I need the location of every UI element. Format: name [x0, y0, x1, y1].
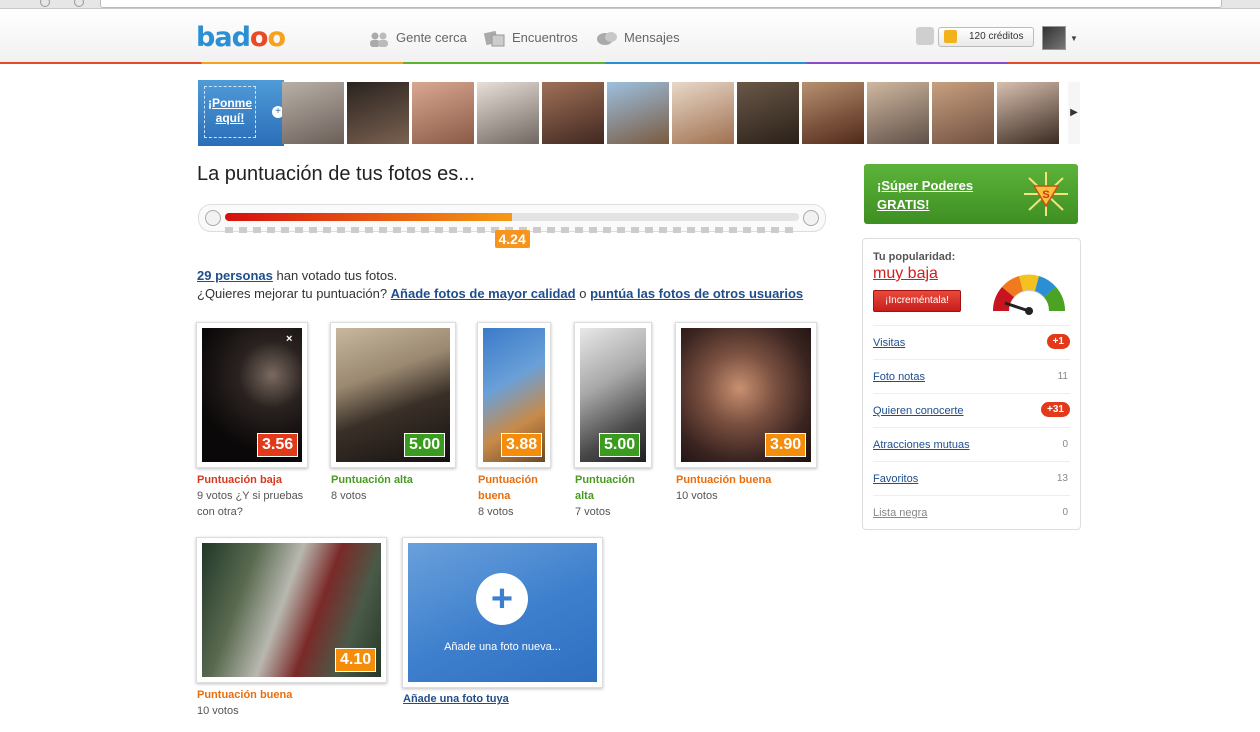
add-better-photos-link[interactable]: Añade fotos de mayor calidad [391, 286, 576, 301]
nav-mensajes[interactable]: Mensajes [596, 30, 680, 47]
photo-rating-label: Puntuación buena [478, 474, 538, 502]
photo-card[interactable]: 3.90 [675, 322, 817, 468]
photo-card[interactable]: 3.88 [477, 322, 551, 468]
photo-votes: 8 votos [478, 506, 514, 518]
people-thumb[interactable] [542, 82, 604, 144]
photo-votes: 8 votos [331, 490, 367, 502]
score-meter [198, 204, 826, 233]
coins-icon [944, 30, 957, 43]
sad-face-icon [205, 210, 221, 226]
photo-score-badge: 3.56 [257, 433, 299, 457]
nav-gente-cerca[interactable]: Gente cerca [368, 30, 467, 47]
photo-rating-label: Puntuación baja [197, 474, 282, 486]
stat-atracciones-mutuas: Atracciones mutuas 0 [873, 427, 1070, 462]
people-thumb[interactable] [672, 82, 734, 144]
plus-icon: + [476, 573, 528, 625]
stat-foto-notas: Foto notas 11 [873, 359, 1070, 394]
photo-rating-label: Puntuación buena [676, 474, 772, 486]
photo-card[interactable]: × 3.56 [196, 322, 308, 468]
stat-badge: +1 [1046, 334, 1070, 349]
photo-card[interactable]: 5.00 [574, 322, 652, 468]
stat-count: 0 [1062, 507, 1068, 518]
people-thumb[interactable] [867, 82, 929, 144]
votes-summary: 29 personas han votado tus fotos. ¿Quier… [197, 268, 804, 301]
color-stripe [0, 62, 1260, 64]
photo-votes: 10 votos [197, 705, 239, 717]
people-icon [370, 32, 388, 47]
people-thumb[interactable] [477, 82, 539, 144]
photo-score-badge: 3.90 [765, 433, 807, 457]
stat-count: 0 [1062, 439, 1068, 450]
browser-address-bar[interactable] [100, 0, 1222, 8]
photo-votes: 7 votos [575, 506, 611, 518]
stat-count: 11 [1057, 371, 1068, 382]
photo-score-badge: 4.10 [335, 648, 377, 672]
messages-icon [597, 31, 617, 45]
people-thumb[interactable] [607, 82, 669, 144]
svg-text:S: S [1042, 189, 1049, 201]
score-bar [225, 213, 799, 221]
browser-reload-icon[interactable] [74, 0, 84, 7]
rate-others-link[interactable]: puntúa las fotos de otros usuarios [590, 286, 803, 301]
add-photo-tile[interactable]: + Añade una foto nueva... [402, 537, 603, 688]
score-bar-fill [225, 213, 512, 221]
add-photo-link[interactable]: Añade una foto tuya [403, 693, 509, 705]
people-thumb[interactable] [347, 82, 409, 144]
popularity-value[interactable]: muy baja [873, 265, 938, 283]
chevron-right-icon[interactable]: ▶ [1068, 82, 1080, 144]
browser-toolbar [0, 0, 1260, 9]
photo-score-badge: 3.88 [501, 433, 543, 457]
credits-button[interactable]: 120 créditos [938, 27, 1034, 47]
people-thumb[interactable] [932, 82, 994, 144]
photo-card[interactable]: 5.00 [330, 322, 456, 468]
superhero-badge-icon: S [1024, 172, 1068, 216]
photo-score-badge: 5.00 [599, 433, 641, 457]
chevron-down-icon[interactable]: ▼ [1070, 34, 1078, 43]
people-thumb[interactable] [802, 82, 864, 144]
stat-visitas: Visitas +1 [873, 325, 1070, 360]
page-title: La puntuación de tus fotos es... [197, 163, 475, 185]
user-avatar[interactable] [1042, 26, 1066, 50]
ponme-aqui-button[interactable]: ¡Ponme aquí! + [198, 80, 284, 146]
stat-quieren-conocerte: Quieren conocerte +31 [873, 393, 1070, 428]
stat-badge: +31 [1041, 402, 1070, 417]
popularity-gauge-icon [992, 274, 1066, 315]
browser-back-icon[interactable] [40, 0, 50, 7]
stat-favoritos: Favoritos 13 [873, 461, 1070, 496]
popularity-panel: Tu popularidad: muy baja ¡Increméntala! … [862, 238, 1081, 530]
people-thumb[interactable] [737, 82, 799, 144]
nav-encuentros[interactable]: Encuentros [484, 30, 578, 47]
super-powers-banner[interactable]: ¡Súper Poderes GRATIS! S [864, 164, 1078, 224]
gift-icon[interactable] [916, 27, 934, 45]
photo-card[interactable]: 4.10 [196, 537, 387, 683]
happy-face-icon [803, 210, 819, 226]
score-value-badge: 4.24 [494, 230, 530, 248]
photo-votes: 9 votos ¿Y si pruebas con otra? [197, 490, 304, 518]
increase-popularity-button[interactable]: ¡Increméntala! [873, 290, 961, 312]
people-strip: ¡Ponme aquí! + [198, 80, 1078, 146]
badoo-logo[interactable]: badoo [196, 22, 286, 53]
photo-votes: 10 votos [676, 490, 718, 502]
people-thumb[interactable] [282, 82, 344, 144]
encounters-icon [484, 30, 505, 47]
photo-rating-label: Puntuación buena [197, 689, 293, 701]
voters-link[interactable]: 29 personas [197, 268, 273, 283]
photo-rating-label: Puntuación alta [575, 474, 635, 502]
people-thumb[interactable] [997, 82, 1059, 144]
stat-lista-negra: Lista negra 0 [873, 495, 1070, 530]
stat-count: 13 [1056, 473, 1068, 484]
photo-rating-label: Puntuación alta [331, 474, 413, 486]
people-thumb[interactable] [412, 82, 474, 144]
photo-score-badge: 5.00 [404, 433, 446, 457]
close-icon[interactable]: × [286, 333, 292, 345]
